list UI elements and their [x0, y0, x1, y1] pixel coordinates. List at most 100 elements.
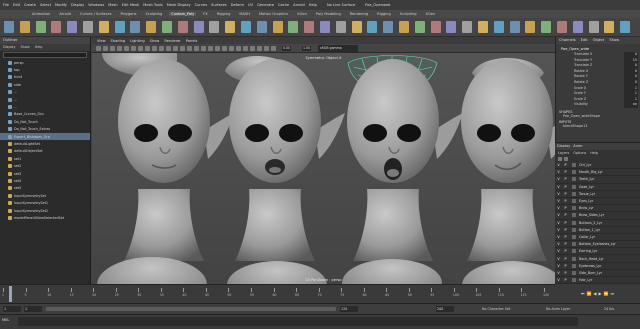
layer-visibility-toggle[interactable]: V: [555, 185, 562, 189]
shelf-tab[interactable]: XGen: [424, 12, 438, 16]
layer-color-swatch[interactable]: [572, 234, 576, 239]
viewport-tool-icon[interactable]: [117, 46, 122, 51]
viewport-tool-icon[interactable]: [131, 46, 136, 51]
layer-color-swatch[interactable]: [572, 163, 576, 168]
shelf-tool-icon[interactable]: [146, 21, 157, 33]
shelf-tool-icon[interactable]: [4, 21, 14, 33]
layer-color-swatch[interactable]: [572, 213, 576, 218]
shelf-tool-icon[interactable]: [557, 21, 567, 33]
outliner-item[interactable]: set2: [0, 162, 90, 169]
viewport-tool-icon[interactable]: [250, 46, 255, 51]
outliner-item[interactable]: ...: [0, 89, 90, 96]
viewport-menu-item[interactable]: Renderer: [164, 39, 180, 43]
shelf-tool-icon[interactable]: [320, 21, 330, 33]
layer-row[interactable]: V P Eyebrows_Lyr: [555, 263, 640, 270]
shelf-tab[interactable]: Arnold: [57, 12, 73, 16]
layer-visibility-toggle[interactable]: V: [555, 257, 562, 261]
shelf-tab[interactable]: Rigging: [375, 12, 393, 16]
layer-color-swatch[interactable]: [572, 242, 576, 247]
new-layer-selected-icon[interactable]: [564, 157, 568, 161]
layer-menu-item[interactable]: Options: [573, 150, 586, 156]
shelf-tool-icon[interactable]: [509, 21, 520, 33]
layer-color-swatch[interactable]: [572, 170, 576, 175]
viewport-tool-icon[interactable]: [166, 46, 171, 51]
shelf-tool-icon[interactable]: [588, 21, 599, 33]
menu-item[interactable]: UV: [248, 3, 253, 7]
command-input[interactable]: [18, 317, 578, 326]
shelf-tool-icon[interactable]: [335, 21, 346, 33]
menu-item[interactable]: Curves: [195, 3, 207, 7]
shelf-tool-icon[interactable]: [383, 21, 394, 33]
outliner-item[interactable]: Base_Curves_Grp: [0, 111, 90, 118]
layer-playback-toggle[interactable]: P: [562, 170, 569, 174]
layer-color-swatch[interactable]: [572, 249, 576, 254]
menu-item[interactable]: Display: [71, 3, 84, 7]
outliner-item[interactable]: set5: [0, 185, 90, 192]
layer-playback-toggle[interactable]: P: [562, 206, 569, 210]
viewport-tool-icon[interactable]: [201, 46, 206, 51]
viewport-menu-item[interactable]: Lighting: [130, 39, 145, 43]
layer-row[interactable]: V P Teeth_Lyr: [555, 176, 640, 184]
viewport-tool-icon[interactable]: [222, 46, 227, 51]
layer-row[interactable]: V P Side_Burn_Lyr: [555, 270, 640, 277]
layer-row[interactable]: V P Back_Head_Lyr: [555, 255, 640, 263]
shelf-tool-icon[interactable]: [19, 21, 30, 33]
channel-box-tab[interactable]: Channels: [559, 37, 576, 44]
shelf-tab[interactable]: XGen: [295, 12, 309, 16]
viewport-tool-icon[interactable]: [215, 46, 220, 51]
layer-playback-toggle[interactable]: P: [562, 249, 569, 253]
viewport-tool-icon[interactable]: [152, 46, 157, 51]
shelf-tool-icon[interactable]: [241, 21, 251, 33]
layer-visibility-toggle[interactable]: V: [555, 206, 562, 210]
shelf-tab[interactable]: Animation: [30, 12, 52, 16]
layer-row[interactable]: V P Eyes_Lyr: [555, 198, 640, 206]
menu-item[interactable]: Edit Mesh: [122, 3, 140, 7]
outliner-item[interactable]: persp: [0, 59, 90, 66]
menu-item[interactable]: File: [3, 3, 9, 7]
outliner-item[interactable]: defaultObjectSet: [0, 148, 90, 155]
layer-visibility-toggle[interactable]: V: [555, 228, 562, 232]
layer-color-swatch[interactable]: [572, 227, 576, 232]
outliner-item[interactable]: Do_Not_Touch_Extras: [0, 126, 90, 133]
outliner-menu-item[interactable]: Display: [3, 44, 16, 51]
layer-color-swatch[interactable]: [572, 278, 576, 283]
outliner-item[interactable]: set4: [0, 177, 90, 184]
viewport-tool-icon[interactable]: [96, 46, 101, 51]
layer-row[interactable]: V P Buttons_2_Lyr: [555, 220, 640, 227]
menu-item[interactable]: Help: [309, 3, 317, 7]
shelf-tab[interactable]: Rigging: [215, 12, 233, 16]
shelf-tool-icon[interactable]: [493, 21, 504, 33]
layer-playback-toggle[interactable]: P: [562, 185, 569, 189]
workspace-dropdown[interactable]: Poe_Openweb: [365, 3, 390, 7]
layer-row[interactable]: V P Ctrl_Lyr: [555, 162, 640, 170]
shelf-tool-icon[interactable]: [414, 21, 425, 33]
character-set-dropdown[interactable]: No Character Set: [482, 306, 510, 312]
colorspace-dropdown[interactable]: sRGB gamma: [318, 45, 358, 52]
outliner-item[interactable]: set3: [0, 170, 90, 177]
shelf-tool-icon[interactable]: [209, 21, 220, 33]
layer-color-swatch[interactable]: [572, 199, 576, 204]
viewport-menu-item[interactable]: Shading: [111, 39, 126, 43]
layer-tab[interactable]: Display: [557, 143, 570, 150]
layer-row[interactable]: V P Gaze_Lyr: [555, 184, 640, 191]
menu-item[interactable]: Deform: [231, 3, 244, 7]
shelf-tool-icon[interactable]: [462, 21, 473, 33]
layer-color-swatch[interactable]: [572, 263, 576, 268]
outliner-item[interactable]: Export_Blshapes_Grp: [0, 132, 90, 141]
outliner-menu-item[interactable]: Help: [35, 44, 43, 51]
layer-playback-toggle[interactable]: P: [562, 228, 569, 232]
layer-visibility-toggle[interactable]: V: [555, 221, 562, 225]
viewport-tool-icon[interactable]: [187, 46, 192, 51]
outliner-item[interactable]: side: [0, 81, 90, 88]
layer-visibility-toggle[interactable]: V: [555, 177, 562, 181]
layer-playback-toggle[interactable]: P: [562, 163, 569, 167]
layer-visibility-toggle[interactable]: V: [555, 199, 562, 203]
shelf-tool-icon[interactable]: [541, 21, 552, 33]
layer-playback-toggle[interactable]: P: [562, 221, 569, 225]
menu-item[interactable]: Create: [24, 3, 36, 7]
channel-box-tab[interactable]: Edit: [581, 37, 588, 44]
menu-item[interactable]: Mesh Display: [167, 3, 191, 7]
shelf-tab[interactable]: Sculpting: [398, 12, 419, 16]
outliner-item[interactable]: ...: [0, 96, 90, 103]
layer-row[interactable]: V P Brow_Sides_Lyr: [555, 212, 640, 220]
